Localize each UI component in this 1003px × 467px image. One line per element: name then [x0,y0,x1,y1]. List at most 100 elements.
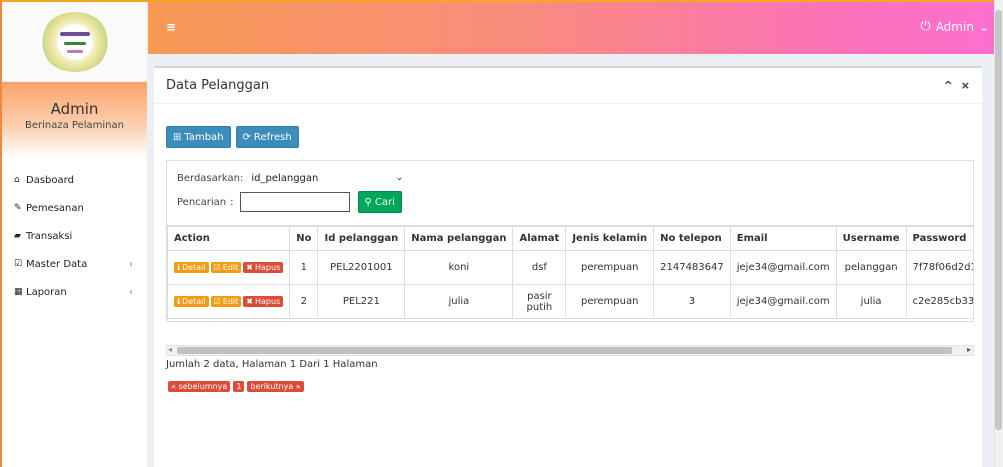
add-button[interactable]: ⊞ Tambah [166,126,231,148]
sidebar-item-transaksi[interactable]: ▰ Transaksi [2,222,147,250]
logo-area [2,2,147,82]
cell-nama: julia [404,284,514,319]
search-button[interactable]: ⚲ Cari [357,191,402,213]
profile-role: Berinaza Pelaminan [25,120,124,131]
col-password: Password [905,226,973,251]
refresh-button-label: Refresh [253,131,292,143]
cell-password: 7f78f06d2d1262a0a222ca9834b15d9 [905,250,973,285]
action-cell: ℹ Detail ☑ Edit ✖ Hapus [167,250,291,285]
next-page-button[interactable]: berikutnya » [247,381,304,392]
chevron-left-icon: ‹ [129,286,133,298]
delete-button[interactable]: ✖ Hapus [243,262,284,273]
detail-button[interactable]: ℹ Detail [174,262,209,273]
col-action: Action [167,226,291,251]
edit-button[interactable]: ☑ Edit [210,296,242,307]
refresh-icon: ⟳ [242,131,251,143]
book-icon: ▰ [14,231,21,241]
scroll-right-icon[interactable]: ▸ [967,345,971,354]
sidebar-item-label: Master Data [26,258,88,270]
edit-icon: ☑ [14,259,23,269]
panel-tools: ^ × [944,79,970,92]
refresh-button[interactable]: ⟳ Refresh [235,126,299,148]
cell-no: 1 [289,250,319,285]
edit-icon: ☑ [213,263,221,272]
cell-telp: 2147483647 [653,250,731,285]
hamburger-menu-icon[interactable]: ≡ [166,20,176,34]
collapse-icon[interactable]: ^ [944,79,953,92]
col-telp: No telepon [653,226,731,251]
cell-email: jeje34@gmail.com [729,284,837,319]
search-label: Pencarian [177,196,227,208]
sidebar-item-label: Dasboard [26,174,74,186]
action-buttons: ⊞ Tambah ⟳ Refresh [166,126,299,148]
search-colon: : [230,196,234,208]
close-icon: ✖ [246,297,253,306]
user-menu[interactable]: ⏻ Admin ⌄ [920,19,989,34]
sidebar-item-label: Laporan [26,286,67,298]
chevron-left-icon: ‹ [129,258,133,270]
cell-no: 2 [289,284,319,319]
power-icon: ⏻ [920,19,931,34]
search-input[interactable] [239,192,350,212]
cell-username: julia [835,284,907,319]
filter-row: Berdasarkan: id_pelanggan ⌄ [177,169,407,187]
col-no: No [289,226,319,251]
scroll-left-icon[interactable]: ◂ [168,345,172,354]
table-row: ℹ Detail ☑ Edit ✖ Hapus 2 PEL221 julia pasi… [167,284,973,319]
delete-button[interactable]: ✖ Hapus [243,296,284,307]
edit-button[interactable]: ☑ Edit [210,262,242,273]
pencil-icon: ✎ [14,203,22,213]
sidebar-item-label: Pemesanan [26,202,84,214]
prev-page-button[interactable]: « sebelumnya [168,381,231,392]
user-menu-label: Admin [935,19,974,34]
col-nama: Nama pelanggan [404,226,514,251]
customer-panel: Data Pelanggan ^ × ⊞ Tambah ⟳ Refresh Be… [154,66,982,467]
main-content: Data Pelanggan ^ × ⊞ Tambah ⟳ Refresh Be… [148,54,994,467]
page-number-button[interactable]: 1 [233,381,245,392]
cell-alamat: dsf [512,250,567,285]
cell-jk: perempuan [565,284,655,319]
user-profile: Admin Berinaza Pelaminan [2,82,147,158]
horizontal-scrollbar[interactable]: ◂ ▸ [166,345,974,356]
filter-box: Berdasarkan: id_pelanggan ⌄ Pencarian : … [166,160,974,226]
table-row: ℹ Detail ☑ Edit ✖ Hapus 1 PEL2201001 koni d… [167,250,973,285]
pagination: « sebelumnya 1 berikutnya » [168,381,304,392]
calendar-icon: ▦ [14,287,23,297]
col-jk: Jenis kelamin [565,226,655,251]
pagination-info: Jumlah 2 data, Halaman 1 Dari 1 Halaman [166,359,378,370]
sidebar-item-master-data[interactable]: ☑ Master Data ‹ [2,250,147,278]
vertical-scroll-thumb[interactable] [995,10,1002,430]
sidebar-item-laporan[interactable]: ▦ Laporan ‹ [2,278,147,306]
brand-logo [39,11,110,72]
sidebar-item-pemesanan[interactable]: ✎ Pemesanan [2,194,147,222]
col-username: Username [835,226,907,251]
sidebar-item-dasboard[interactable]: ⌂ Dasboard [2,166,147,194]
profile-name: Admin [50,100,99,118]
edit-icon: ☑ [213,297,221,306]
vertical-scrollbar[interactable] [994,0,1003,467]
col-email: Email [729,226,837,251]
topbar: ≡ ⏻ Admin ⌄ [148,2,1003,54]
detail-button[interactable]: ℹ Detail [174,296,209,307]
close-icon[interactable]: × [961,79,970,92]
table-container: Action No Id pelanggan Nama pelanggan Al… [166,226,974,322]
sidebar-menu: ⌂ Dasboard ✎ Pemesanan ▰ Transaksi ☑ Mas… [2,166,147,306]
table-header-row: Action No Id pelanggan Nama pelanggan Al… [167,226,973,251]
scroll-thumb[interactable] [177,347,952,354]
page-title: Data Pelanggan [166,78,270,93]
plus-icon: ⊞ [173,131,182,143]
cell-password: c2e285cb33cecdbeb83d2189e983a8c [905,284,973,319]
col-id: Id pelanggan [317,226,406,251]
action-cell: ℹ Detail ☑ Edit ✖ Hapus [167,284,291,319]
panel-header: Data Pelanggan ^ × [154,68,982,104]
chevron-down-icon: ⌄ [395,173,404,183]
cell-jk: perempuan [565,250,655,285]
col-alamat: Alamat [512,226,567,251]
cell-nama: koni [404,250,514,285]
filter-select[interactable]: id_pelanggan ⌄ [247,169,407,187]
close-icon: ✖ [246,263,253,272]
chevron-down-icon: ⌄ [978,19,989,34]
cell-id: PEL221 [317,284,406,319]
filter-select-value: id_pelanggan [251,172,319,184]
cell-email: jeje34@gmail.com [729,250,837,285]
